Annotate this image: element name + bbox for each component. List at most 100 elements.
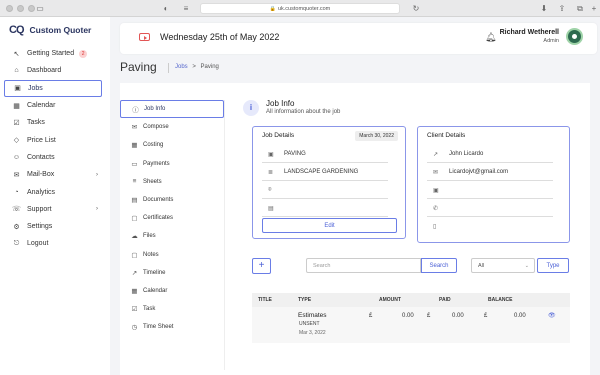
close-window-button[interactable] xyxy=(6,5,13,12)
lock-icon: 🔒 xyxy=(269,6,276,12)
search-input[interactable]: Search xyxy=(306,258,421,273)
share-icon[interactable]: ⇪ xyxy=(556,3,568,14)
privacy-icon[interactable]: ◐ xyxy=(160,3,172,14)
row-balance: 0.00 xyxy=(514,313,526,319)
job-notes-row: ▤ xyxy=(262,200,388,217)
filter-value: All xyxy=(478,263,485,269)
breadcrumb-current: Paving xyxy=(200,64,219,70)
new-tab-icon[interactable]: + xyxy=(588,3,600,14)
tab-task[interactable]: ☑ Task xyxy=(120,300,224,318)
column-header[interactable]: TYPE xyxy=(298,297,311,303)
column-header[interactable]: PAID xyxy=(439,297,451,303)
tab-calendar[interactable]: ▦ Calendar xyxy=(120,282,224,300)
sidebar-item-contacts[interactable]: ☺ Contacts xyxy=(4,149,102,166)
chevron-right-icon: › xyxy=(96,171,98,178)
tab-job-info[interactable]: ⓘ Job Info xyxy=(120,100,224,119)
sidebar-item-dashboard[interactable]: ⌂ Dashboard xyxy=(4,62,102,79)
row-type: Estimates xyxy=(298,312,327,319)
reader-icon[interactable]: ≡ xyxy=(180,3,192,14)
tab-sheets[interactable]: ≡ Sheets xyxy=(120,173,224,191)
list-icon: ≣ xyxy=(268,169,274,176)
tab-label: Costing xyxy=(143,142,164,149)
sidebar-item-price-list[interactable]: ◇ Price List xyxy=(4,131,102,148)
sidebar-item-settings[interactable]: ⚙ Settings xyxy=(4,218,102,235)
notes-icon: ▢ xyxy=(131,251,138,259)
briefcase-icon: ▣ xyxy=(268,151,274,158)
sidebar-item-getting-started[interactable]: ↖ Getting Started 2 xyxy=(4,45,102,62)
tab-certificates[interactable]: ▢ Certificates xyxy=(120,209,224,227)
tab-documents[interactable]: ▤ Documents xyxy=(120,191,224,209)
column-header[interactable]: AMOUNT xyxy=(379,297,401,303)
info-icon: i xyxy=(243,100,259,116)
sidebar-item-support[interactable]: ☏ Support › xyxy=(4,201,102,218)
gear-icon: ⚙ xyxy=(13,223,20,231)
chevron-down-icon: ⌄ xyxy=(524,263,529,269)
timeline-icon: ↗ xyxy=(131,269,138,277)
edit-button[interactable]: Edit xyxy=(262,218,397,233)
section-title: Job Info xyxy=(266,99,295,108)
currency-symbol: £ xyxy=(427,313,431,319)
tab-compose[interactable]: ✉ Compose xyxy=(120,118,224,136)
tab-payments[interactable]: ▭ Payments xyxy=(120,155,224,173)
sidebar-item-label: Contacts xyxy=(27,153,55,161)
sidebar-item-calendar[interactable]: ▦ Calendar xyxy=(4,97,102,114)
breadcrumb-jobs-link[interactable]: Jobs xyxy=(175,64,188,70)
calendar-icon: ▦ xyxy=(13,102,20,110)
column-header[interactable]: TITLE xyxy=(258,297,272,303)
tab-costing[interactable]: ▦ Costing xyxy=(120,136,224,154)
bell-icon[interactable]: 🔔︎ xyxy=(485,32,496,43)
video-icon[interactable] xyxy=(139,33,150,41)
row-paid: 0.00 xyxy=(452,313,464,319)
job-date: March 30, 2022 xyxy=(355,131,398,141)
tab-label: Time Sheet xyxy=(143,324,174,331)
address-bar[interactable]: 🔒 uk.customquoter.com xyxy=(200,3,400,14)
sidebar-toggle-icon[interactable]: ▭ xyxy=(34,3,46,14)
tab-label: Sheets xyxy=(143,178,162,185)
filter-select[interactable]: All ⌄ xyxy=(471,258,535,273)
client-name[interactable]: John Licardo xyxy=(449,151,483,157)
compose-icon: ✉ xyxy=(131,124,138,132)
client-email-row: ✉ Licardojvt@gmail.com xyxy=(427,164,553,181)
sidebar-item-label: Mail-Box xyxy=(27,171,55,179)
brand[interactable]: CQ Custom Quoter xyxy=(9,24,91,36)
tab-timeline[interactable]: ↗ Timeline xyxy=(120,264,224,282)
eye-icon[interactable]: 👁︎ xyxy=(548,312,556,319)
table-row[interactable]: Estimates UNSENT Mar 3, 2022 £ 0.00 £ 0.… xyxy=(252,307,570,343)
type-button[interactable]: Type xyxy=(537,258,569,273)
add-button[interactable]: + xyxy=(252,258,271,274)
sidebar-item-label: Logout xyxy=(27,240,49,248)
minimize-window-button[interactable] xyxy=(17,5,24,12)
breadcrumb-separator: > xyxy=(192,64,196,70)
logout-icon: ⎋ xyxy=(13,239,20,247)
sidebar-item-logout[interactable]: ⎋ Logout xyxy=(4,235,102,252)
user-info[interactable]: Richard Wetherell Admin xyxy=(500,29,559,44)
client-name-row: ↗ John Licardo xyxy=(427,146,553,163)
certificates-icon: ▢ xyxy=(131,215,138,223)
info-icon: ⓘ xyxy=(132,107,139,115)
tab-files[interactable]: ☁ Files xyxy=(120,227,224,245)
sidebar-item-tasks[interactable]: ☑ Tasks xyxy=(4,114,102,131)
tab-label: Task xyxy=(143,306,156,313)
tab-notes[interactable]: ▢ Notes xyxy=(120,246,224,264)
column-header[interactable]: BALANCE xyxy=(488,297,512,303)
search-button[interactable]: Search xyxy=(421,258,457,273)
tab-label: Notes xyxy=(143,251,159,258)
avatar[interactable] xyxy=(566,28,583,45)
mail-icon: ✉ xyxy=(433,169,439,176)
reload-icon[interactable]: ↻ xyxy=(410,3,422,14)
sidebar-item-mail-box[interactable]: ✉ Mail-Box › xyxy=(4,166,102,183)
external-link-icon: ↗ xyxy=(433,151,439,158)
document-icon: ▤ xyxy=(268,205,274,212)
sidebar-item-jobs[interactable]: ▣ Jobs xyxy=(4,79,102,97)
tab-time-sheet[interactable]: ◷ Time Sheet xyxy=(120,318,224,336)
job-category-row: ≣ LANDSCAPE GARDENING xyxy=(262,164,388,181)
tabs-icon[interactable]: ⧉ xyxy=(574,3,586,14)
download-icon[interactable]: ⬇ xyxy=(538,3,550,14)
main-area: Wednesday 25th of May 2022 🔔︎ Richard We… xyxy=(110,17,600,375)
client-email[interactable]: Licardojvt@gmail.com xyxy=(449,169,508,175)
sidebar-item-analytics[interactable]: ◔ Analytics xyxy=(4,183,102,200)
row-status: UNSENT xyxy=(299,321,320,327)
sheets-icon: ≡ xyxy=(132,178,137,186)
table-header: TITLE TYPE AMOUNT PAID BALANCE xyxy=(252,293,570,307)
clock-icon: ◷ xyxy=(131,324,138,332)
